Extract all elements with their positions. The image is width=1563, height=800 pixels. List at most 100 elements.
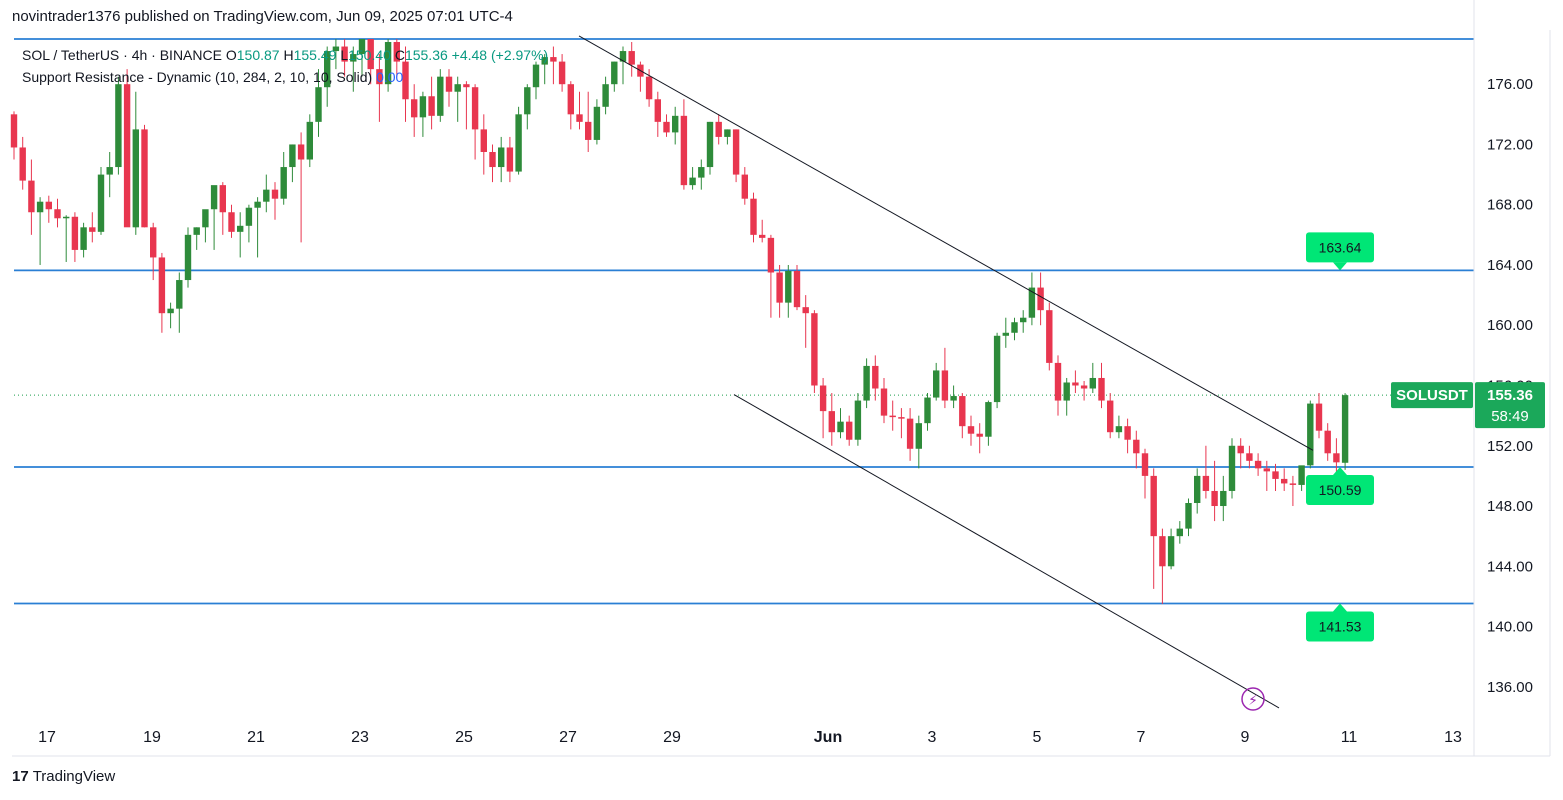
x-tick-label: 9 bbox=[1241, 729, 1250, 746]
x-tick-label: 23 bbox=[351, 729, 369, 746]
candle-body bbox=[585, 121, 592, 140]
candle-body bbox=[1046, 310, 1053, 363]
candle-body bbox=[193, 227, 200, 235]
candle-body bbox=[132, 129, 139, 228]
candle-body bbox=[428, 96, 435, 116]
candle-body bbox=[1254, 460, 1262, 469]
candle-body bbox=[19, 147, 26, 181]
candle-body bbox=[176, 280, 183, 309]
indicator-name[interactable]: Support Resistance - Dynamic (10, 284, 2… bbox=[22, 69, 372, 85]
candle-body bbox=[158, 257, 166, 314]
y-tick-label: 172.00 bbox=[1487, 136, 1533, 153]
candle-body bbox=[36, 201, 44, 213]
level-label-text: 141.53 bbox=[1319, 618, 1362, 634]
candle-body bbox=[837, 421, 844, 433]
candle-body bbox=[411, 99, 418, 118]
candle-body bbox=[628, 51, 635, 65]
candle-body bbox=[846, 421, 853, 440]
x-tick-label: 17 bbox=[38, 729, 56, 746]
candle-body bbox=[1002, 332, 1009, 336]
candle-body bbox=[228, 212, 235, 232]
candle-body bbox=[263, 189, 270, 202]
candle-body bbox=[776, 272, 783, 303]
low-value: 150.40 bbox=[348, 47, 391, 63]
candle-body bbox=[1341, 395, 1349, 463]
candle-body bbox=[1020, 317, 1027, 323]
candle-body bbox=[141, 129, 148, 228]
candle-body bbox=[741, 174, 748, 199]
candle-body bbox=[863, 365, 870, 401]
candle-body bbox=[611, 61, 618, 85]
ohlc-row: SOL / TetherUS · 4h · BINANCE O150.87 H1… bbox=[22, 44, 548, 66]
candle-body bbox=[558, 61, 566, 85]
candle-body bbox=[1246, 453, 1253, 461]
candle-body bbox=[1220, 490, 1227, 507]
candle-body bbox=[106, 167, 113, 175]
lightning-glyph: ⚡ bbox=[1248, 693, 1258, 709]
x-tick-label: 25 bbox=[455, 729, 473, 746]
trendline-channel-bottom bbox=[733, 394, 1280, 709]
x-tick-label: 11 bbox=[1341, 729, 1358, 746]
candle-body bbox=[1011, 322, 1018, 333]
candle-body bbox=[950, 396, 957, 401]
candle-countdown: 58:49 bbox=[1491, 408, 1529, 425]
candle-body bbox=[1150, 475, 1157, 537]
tradingview-logo-icon: 17 bbox=[12, 768, 29, 785]
candle-body bbox=[1298, 465, 1305, 485]
candle-body bbox=[802, 307, 809, 314]
candle-body bbox=[54, 209, 61, 219]
candle-body bbox=[1194, 475, 1201, 504]
candle-body bbox=[828, 411, 835, 433]
candle-body bbox=[480, 129, 487, 152]
candle-body bbox=[602, 84, 609, 107]
y-tick-label: 140.00 bbox=[1487, 619, 1533, 636]
candle-body bbox=[184, 234, 192, 281]
candle-body bbox=[1124, 426, 1131, 440]
indicator-value: 0.00 bbox=[376, 69, 404, 85]
candle-body bbox=[663, 121, 670, 133]
candle-body bbox=[1133, 439, 1140, 454]
candle-body bbox=[1107, 400, 1114, 433]
x-tick-label: 3 bbox=[928, 729, 937, 746]
y-tick-label: 160.00 bbox=[1487, 317, 1533, 334]
close-value: 155.36 bbox=[404, 47, 448, 63]
high-value: 155.49 bbox=[293, 47, 337, 63]
candle-body bbox=[237, 225, 244, 232]
candle-body bbox=[1072, 382, 1079, 386]
candle-body bbox=[933, 370, 940, 398]
candle-body bbox=[271, 189, 279, 199]
y-tick-label: 176.00 bbox=[1487, 76, 1533, 93]
tradingview-footer[interactable]: 17 TradingView bbox=[12, 768, 115, 785]
candle-body bbox=[645, 76, 653, 100]
symbol-info[interactable]: SOL / TetherUS · 4h · BINANCE bbox=[22, 47, 222, 63]
candle-body bbox=[506, 147, 514, 172]
candle-body bbox=[123, 84, 131, 228]
high-label: H bbox=[283, 47, 294, 63]
candle-body bbox=[654, 99, 661, 122]
open-label: O bbox=[225, 47, 237, 63]
candle-body bbox=[1324, 430, 1331, 454]
level-label-text: 163.64 bbox=[1319, 239, 1362, 255]
candle-body bbox=[1167, 536, 1175, 567]
candle-body bbox=[471, 87, 479, 130]
candle-body bbox=[959, 396, 966, 427]
candle-body bbox=[854, 400, 862, 440]
low-label: L bbox=[340, 47, 349, 63]
candle-body bbox=[1141, 453, 1149, 476]
candle-body bbox=[759, 234, 766, 238]
candlestick-chart[interactable]: ⚡ 176.00172.00168.00164.00160.00156.0015… bbox=[0, 0, 1563, 800]
candle-body bbox=[245, 207, 253, 226]
candle-body bbox=[985, 402, 992, 437]
change-value: +4.48 (+2.97%) bbox=[451, 47, 549, 63]
candle-body bbox=[1307, 403, 1314, 466]
candle-body bbox=[1176, 528, 1183, 537]
brand-name: TradingView bbox=[32, 768, 116, 785]
candle-body bbox=[1289, 483, 1297, 485]
candle-body bbox=[1037, 287, 1044, 311]
candle-body bbox=[63, 216, 70, 219]
candle-body bbox=[689, 177, 696, 186]
symbol-tag-text: SOLUSDT bbox=[1396, 387, 1468, 404]
candle-body bbox=[698, 167, 705, 178]
candle-body bbox=[297, 144, 305, 160]
candle-body bbox=[150, 227, 157, 258]
